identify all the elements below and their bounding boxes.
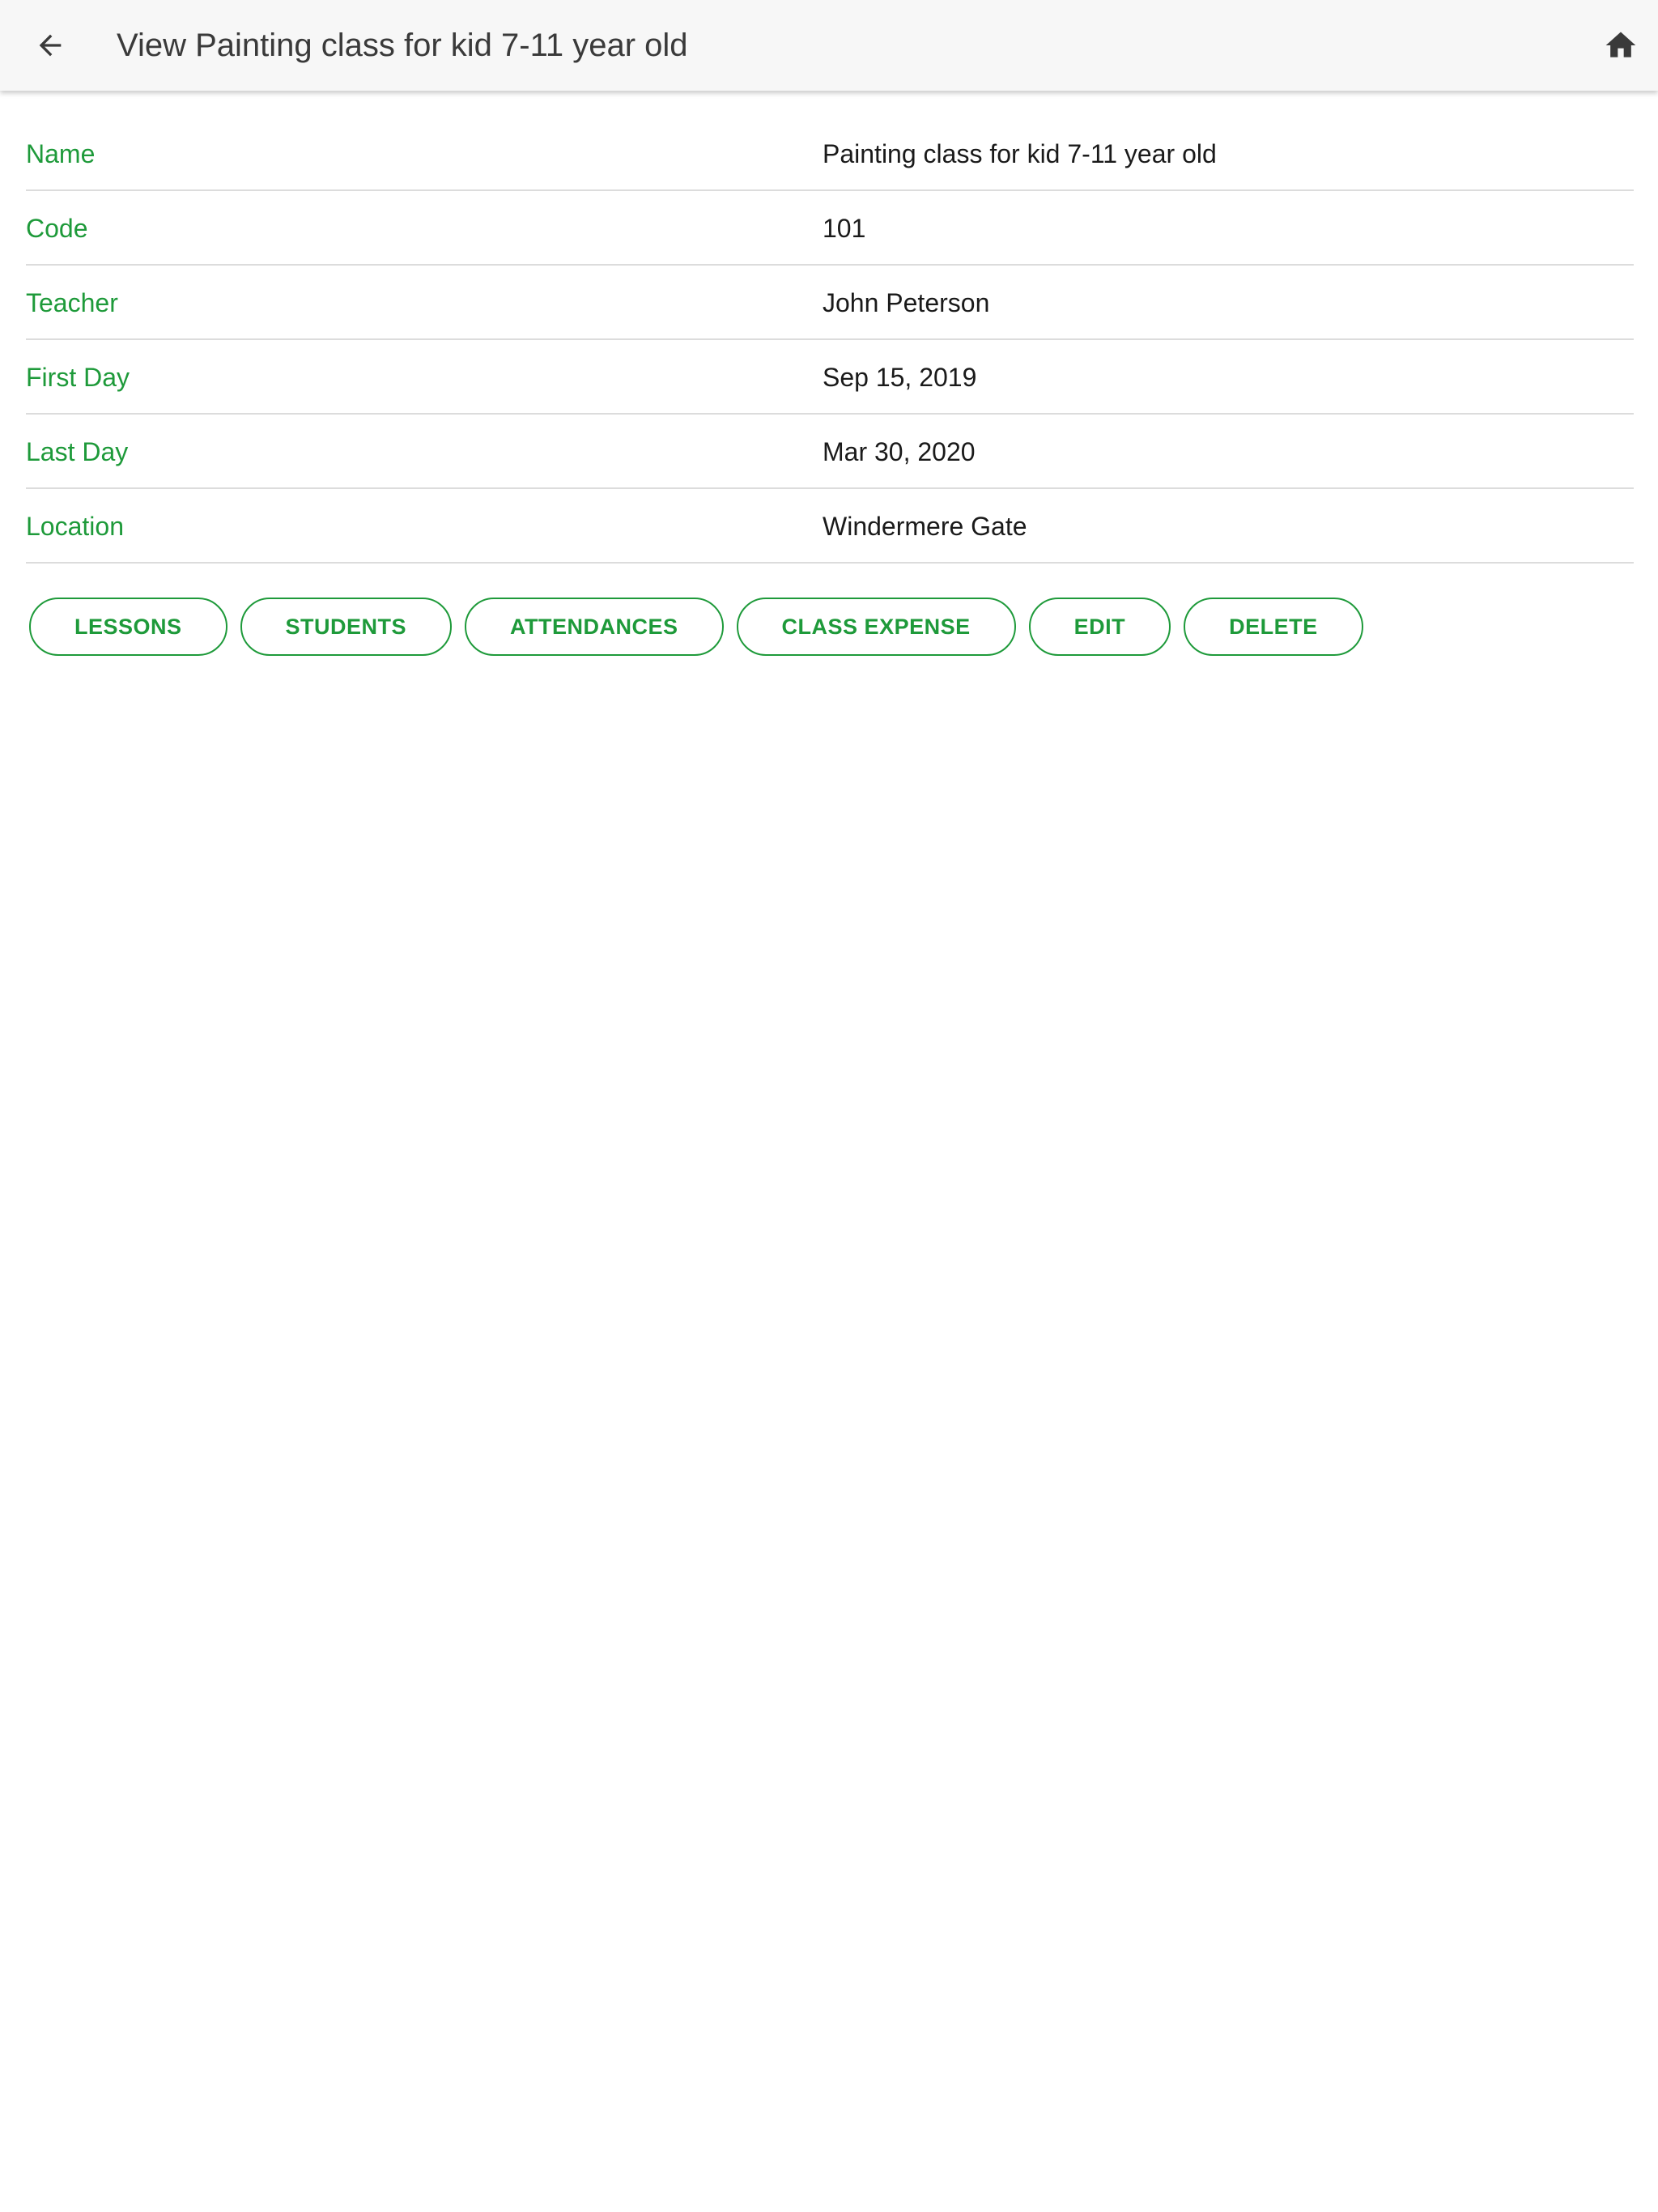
- detail-row-teacher: Teacher John Peterson: [26, 266, 1634, 340]
- lessons-button[interactable]: LESSONS: [29, 598, 227, 656]
- detail-row-code: Code 101: [26, 191, 1634, 266]
- page-title: View Painting class for kid 7-11 year ol…: [117, 28, 688, 63]
- last-day-label: Last Day: [26, 437, 129, 466]
- delete-button[interactable]: DELETE: [1184, 598, 1363, 656]
- last-day-value: Mar 30, 2020: [823, 437, 976, 466]
- back-button[interactable]: [24, 19, 76, 71]
- location-label: Location: [26, 512, 124, 541]
- edit-button[interactable]: EDIT: [1028, 598, 1171, 656]
- first-day-label: First Day: [26, 363, 130, 392]
- teacher-value: John Peterson: [823, 288, 990, 317]
- location-value: Windermere Gate: [823, 512, 1027, 541]
- code-value: 101: [823, 214, 866, 243]
- app-bar: View Painting class for kid 7-11 year ol…: [0, 0, 1658, 91]
- arrow-left-icon: [39, 34, 62, 57]
- action-buttons: LESSONS STUDENTS ATTENDANCES CLASS EXPEN…: [29, 598, 1363, 656]
- name-label: Name: [26, 139, 96, 168]
- code-label: Code: [26, 214, 88, 243]
- detail-row-location: Location Windermere Gate: [26, 489, 1634, 564]
- teacher-label: Teacher: [26, 288, 118, 317]
- home-icon: [1605, 32, 1636, 57]
- detail-row-name: Name Painting class for kid 7-11 year ol…: [26, 117, 1634, 191]
- home-button[interactable]: [1595, 19, 1647, 71]
- detail-row-first-day: First Day Sep 15, 2019: [26, 340, 1634, 415]
- class-expense-button[interactable]: CLASS EXPENSE: [736, 598, 1016, 656]
- name-value: Painting class for kid 7-11 year old: [823, 139, 1217, 168]
- attendances-button[interactable]: ATTENDANCES: [465, 598, 724, 656]
- first-day-value: Sep 15, 2019: [823, 363, 977, 392]
- students-button[interactable]: STUDENTS: [240, 598, 453, 656]
- detail-row-last-day: Last Day Mar 30, 2020: [26, 415, 1634, 489]
- class-details: Name Painting class for kid 7-11 year ol…: [26, 117, 1634, 564]
